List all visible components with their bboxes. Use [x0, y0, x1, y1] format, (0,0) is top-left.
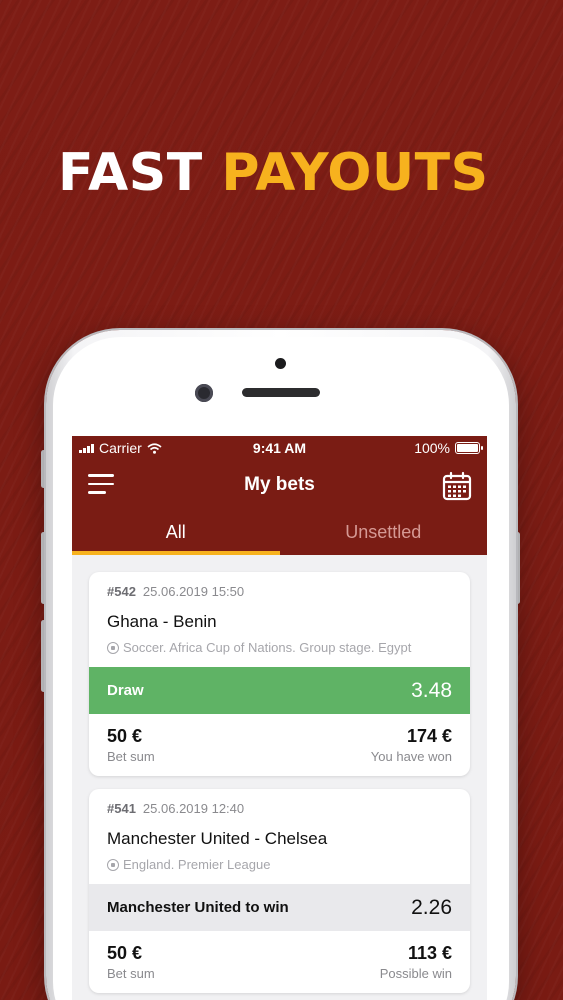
tab-unsettled[interactable]: Unsettled: [280, 510, 488, 555]
league-label: Soccer. Africa Cup of Nations. Group sta…: [123, 640, 412, 655]
promo-headline: FAST PAYOUTS: [58, 142, 489, 204]
win-label: You have won: [370, 749, 452, 764]
bet-meta: #541 25.06.2019 12:40: [107, 801, 452, 816]
headline-word-payouts: PAYOUTS: [221, 143, 489, 203]
proximity-sensor: [275, 358, 286, 369]
bet-meta: #542 25.06.2019 15:50: [107, 584, 452, 599]
headline-word-fast: FAST: [58, 143, 203, 203]
league-label: England. Premier League: [123, 857, 271, 872]
soccer-ball-icon: [107, 858, 119, 871]
match-name: Manchester United - Chelsea: [107, 829, 328, 848]
signal-icon: [79, 443, 94, 453]
bet-card[interactable]: #541 25.06.2019 12:40 Manchester United …: [89, 789, 470, 993]
outcome-odds: 3.48: [411, 678, 452, 702]
bet-outcome-won: Draw 3.48: [89, 667, 470, 714]
title-bar: My bets: [72, 460, 487, 510]
app-screen: Carrier 9:41 AM 100% My bets All Unsettl…: [72, 436, 487, 1000]
league-info: England. Premier League: [107, 857, 452, 872]
bet-id: #542: [107, 584, 136, 599]
outcome-label: Manchester United to win: [107, 899, 289, 916]
status-bar: Carrier 9:41 AM 100%: [72, 436, 487, 460]
bets-tabs: All Unsettled: [72, 510, 487, 555]
battery-icon: [455, 442, 483, 454]
wifi-icon: [147, 442, 162, 454]
bet-sum-label: Bet sum: [107, 966, 155, 981]
battery-percent: 100%: [414, 440, 450, 456]
possible-win-label: Possible win: [379, 966, 452, 981]
bet-sum-value: 50 €: [107, 943, 143, 963]
bet-card[interactable]: #542 25.06.2019 15:50 Ghana - Benin Socc…: [89, 572, 470, 776]
page-title: My bets: [244, 474, 315, 495]
calendar-icon[interactable]: [442, 471, 472, 501]
league-info: Soccer. Africa Cup of Nations. Group sta…: [107, 640, 452, 655]
win-value: 174 €: [406, 726, 452, 746]
bet-id: #541: [107, 801, 136, 816]
bet-sum-value: 50 €: [107, 726, 143, 746]
bet-outcome-pending: Manchester United to win 2.26: [89, 884, 470, 931]
outcome-label: Draw: [107, 682, 144, 699]
bet-sum-label: Bet sum: [107, 749, 155, 764]
bet-datetime: 25.06.2019 12:40: [142, 801, 245, 816]
possible-win-value: 113 €: [407, 943, 452, 963]
earpiece-speaker: [242, 388, 320, 397]
bet-amounts: 50 € Bet sum 174 € You have won: [89, 714, 470, 776]
front-camera-icon: [195, 384, 213, 402]
bet-datetime: 25.06.2019 15:50: [142, 584, 245, 599]
soccer-ball-icon: [107, 641, 119, 654]
hamburger-menu-icon[interactable]: [88, 474, 114, 496]
carrier-label: Carrier: [99, 440, 142, 456]
match-name: Ghana - Benin: [107, 612, 217, 631]
bet-amounts: 50 € Bet sum 113 € Possible win: [89, 931, 470, 993]
app-header: Carrier 9:41 AM 100% My bets All Unsettl…: [72, 436, 487, 555]
tab-all[interactable]: All: [72, 510, 280, 555]
outcome-odds: 2.26: [411, 895, 452, 919]
